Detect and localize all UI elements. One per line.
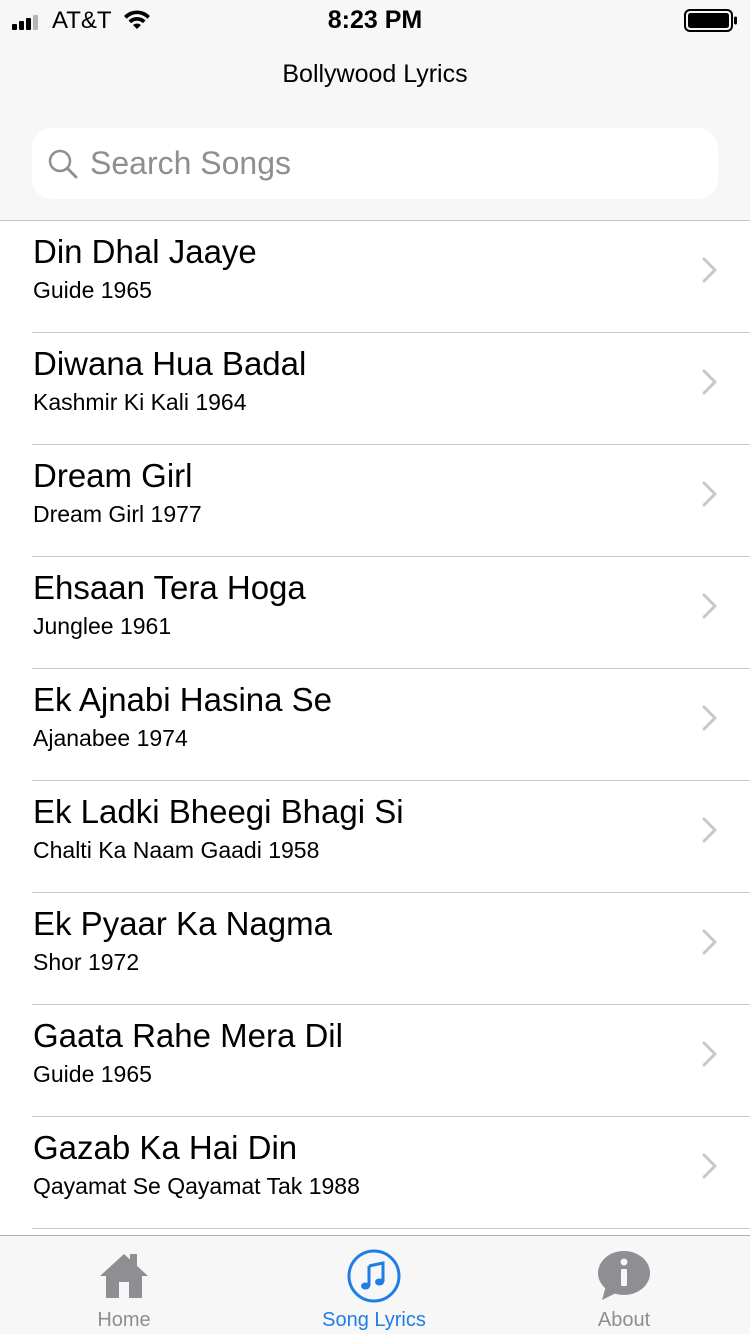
status-bar: AT&T 8:23 PM xyxy=(0,0,750,40)
song-row[interactable]: Ehsaan Tera Hoga Junglee 1961 xyxy=(0,557,750,669)
search-icon xyxy=(48,149,78,179)
tab-bar: Home Song Lyrics About xyxy=(0,1235,750,1334)
tab-about[interactable]: About xyxy=(524,1236,724,1334)
song-title: Ehsaan Tera Hoga xyxy=(33,569,306,606)
song-title: Gazab Ka Hai Din xyxy=(33,1129,298,1166)
song-list: Din Dhal Jaaye Guide 1965 Diwana Hua Bad… xyxy=(0,221,750,1235)
song-title: Ek Ajnabi Hasina Se xyxy=(33,681,333,718)
info-bubble-icon xyxy=(598,1251,650,1300)
battery-icon xyxy=(684,9,737,32)
chevron-right-icon xyxy=(702,1041,717,1067)
status-time: 8:23 PM xyxy=(327,6,423,34)
song-row[interactable]: Dream Girl Dream Girl 1977 xyxy=(0,445,750,557)
chevron-right-icon xyxy=(702,481,717,507)
song-row[interactable]: Ek Ajnabi Hasina Se Ajanabee 1974 xyxy=(0,669,750,781)
song-movie-year: Junglee 1961 xyxy=(33,613,172,639)
tab-home[interactable]: Home xyxy=(24,1236,224,1334)
page-title: Bollywood Lyrics xyxy=(282,60,468,88)
song-movie-year: Shor 1972 xyxy=(33,949,140,975)
chevron-right-icon xyxy=(702,593,717,619)
song-row[interactable]: Diwana Hua Badal Kashmir Ki Kali 1964 xyxy=(0,333,750,445)
song-row[interactable]: Gazab Ka Hai Din Qayamat Se Qayamat Tak … xyxy=(0,1117,750,1229)
song-movie-year: Dream Girl 1977 xyxy=(33,501,202,527)
tab-song-lyrics[interactable]: Song Lyrics xyxy=(274,1236,474,1334)
chevron-right-icon xyxy=(702,257,717,283)
tab-label: About xyxy=(597,1309,651,1331)
chevron-right-icon xyxy=(702,817,717,843)
chevron-right-icon xyxy=(702,369,717,395)
song-row[interactable]: Ek Pyaar Ka Nagma Shor 1972 xyxy=(0,893,750,1005)
song-row[interactable]: Ek Ladki Bheegi Bhagi Si Chalti Ka Naam … xyxy=(0,781,750,893)
song-title: Ek Ladki Bheegi Bhagi Si xyxy=(33,793,404,830)
search-bar[interactable] xyxy=(32,128,718,199)
tab-label: Song Lyrics xyxy=(322,1309,426,1331)
song-title: Din Dhal Jaaye xyxy=(33,233,257,270)
song-row[interactable]: Gaata Rahe Mera Dil Guide 1965 xyxy=(0,1005,750,1117)
song-title: Gaata Rahe Mera Dil xyxy=(33,1017,343,1054)
search-input[interactable] xyxy=(90,140,690,186)
song-movie-year: Guide 1965 xyxy=(33,277,152,303)
chevron-right-icon xyxy=(702,705,717,731)
song-row[interactable]: Din Dhal Jaaye Guide 1965 xyxy=(0,221,750,333)
song-title: Diwana Hua Badal xyxy=(33,345,307,382)
music-note-icon xyxy=(347,1249,401,1303)
song-movie-year: Ajanabee 1974 xyxy=(33,725,188,751)
house-icon xyxy=(100,1254,148,1298)
song-movie-year: Kashmir Ki Kali 1964 xyxy=(33,389,247,415)
header-area: AT&T 8:23 PM Bollywood Lyrics xyxy=(0,0,750,221)
chevron-right-icon xyxy=(702,929,717,955)
tab-label: Home xyxy=(97,1309,151,1331)
song-movie-year: Qayamat Se Qayamat Tak 1988 xyxy=(33,1173,360,1199)
song-movie-year: Chalti Ka Naam Gaadi 1958 xyxy=(33,837,320,863)
chevron-right-icon xyxy=(702,1153,717,1179)
song-title: Ek Pyaar Ka Nagma xyxy=(33,905,332,942)
song-title: Dream Girl xyxy=(33,457,193,494)
song-movie-year: Guide 1965 xyxy=(33,1061,152,1087)
